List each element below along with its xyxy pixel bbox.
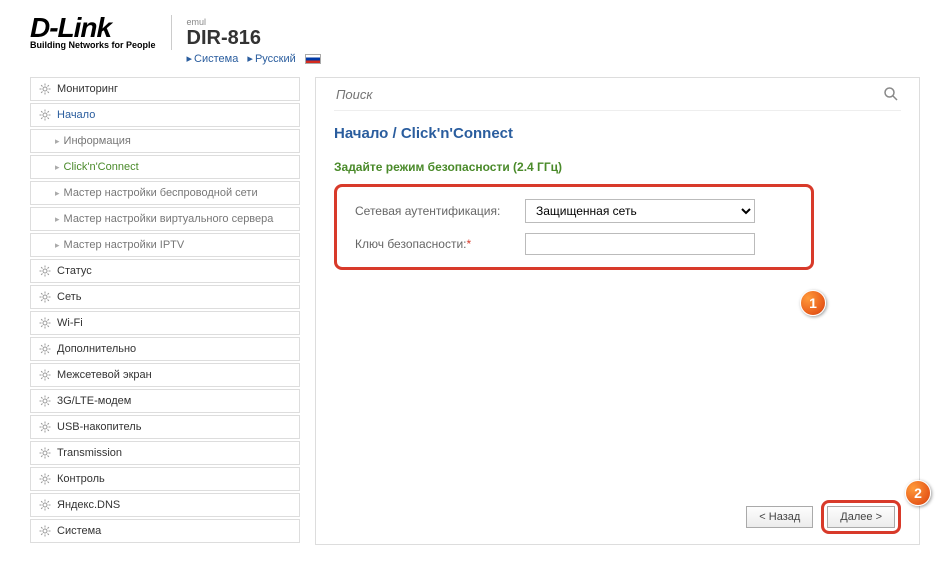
model-name: DIR-816 [187, 27, 321, 50]
sidebar-item-label: Wi-Fi [57, 317, 83, 329]
crumb-lang[interactable]: Русский [255, 53, 296, 65]
header-crumbs: ▸Система ▸Русский [187, 52, 321, 65]
content-panel: Начало / Click'n'Connect Задайте режим б… [315, 77, 920, 545]
sidebar-item-0[interactable]: Мониторинг [30, 77, 300, 101]
logo-tagline: Building Networks for People [30, 40, 156, 50]
gear-icon [39, 265, 51, 277]
logo-text: D-Link [30, 15, 156, 40]
key-label: Ключ безопасности:* [355, 237, 525, 251]
search-icon[interactable] [883, 86, 899, 102]
sidebar-item-16[interactable]: Яндекс.DNS [30, 493, 300, 517]
sidebar-subitem-5[interactable]: ▸ Мастер настройки виртуального сервера [30, 207, 300, 231]
sidebar-subitem-2[interactable]: ▸ Информация [30, 129, 300, 153]
gear-icon [39, 395, 51, 407]
sidebar-subitem-4[interactable]: ▸ Мастер настройки беспроводной сети [30, 181, 300, 205]
sidebar-item-label: Мониторинг [57, 83, 118, 95]
chevron-right-icon: ▸ [55, 240, 60, 251]
gear-icon [39, 343, 51, 355]
sidebar-item-label: Информация [64, 135, 131, 147]
sidebar-subitem-3[interactable]: ▸ Click'n'Connect [30, 155, 300, 179]
breadcrumb: Начало / Click'n'Connect [334, 125, 901, 142]
sidebar-item-label: Click'n'Connect [64, 161, 139, 173]
sidebar-item-7[interactable]: Статус [30, 259, 300, 283]
gear-icon [39, 291, 51, 303]
gear-icon [39, 369, 51, 381]
sidebar-item-13[interactable]: USB-накопитель [30, 415, 300, 439]
callout-1: 1 [800, 290, 826, 316]
sidebar-item-12[interactable]: 3G/LTE-модем [30, 389, 300, 413]
sidebar-item-label: Начало [57, 109, 95, 121]
sidebar-item-label: Сеть [57, 291, 81, 303]
next-button[interactable]: Далее > [827, 506, 895, 528]
gear-icon [39, 525, 51, 537]
auth-label: Сетевая аутентификация: [355, 204, 525, 218]
sidebar-item-1[interactable]: Начало [30, 103, 300, 127]
security-form: Сетевая аутентификация: Защищенная сеть … [334, 184, 814, 270]
key-input[interactable] [525, 233, 755, 255]
sidebar-subitem-6[interactable]: ▸ Мастер настройки IPTV [30, 233, 300, 257]
section-title: Задайте режим безопасности (2.4 ГГц) [334, 160, 901, 174]
gear-icon [39, 83, 51, 95]
sidebar-item-9[interactable]: Wi-Fi [30, 311, 300, 335]
sidebar-item-label: Межсетевой экран [57, 369, 152, 381]
sidebar-item-15[interactable]: Контроль [30, 467, 300, 491]
sidebar-item-11[interactable]: Межсетевой экран [30, 363, 300, 387]
sidebar-item-label: Система [57, 525, 101, 537]
sidebar-item-label: Контроль [57, 473, 105, 485]
sidebar-item-label: Transmission [57, 447, 122, 459]
crumb-system[interactable]: Система [194, 53, 238, 65]
header: D-Link Building Networks for People emul… [30, 15, 920, 65]
sidebar-item-10[interactable]: Дополнительно [30, 337, 300, 361]
sidebar: Мониторинг Начало ▸ Информация ▸ Click'n'Conn… [30, 77, 300, 545]
gear-icon [39, 473, 51, 485]
next-button-highlight: Далее > [821, 500, 901, 534]
search-input[interactable] [336, 87, 883, 102]
search-row [334, 78, 901, 111]
sidebar-item-label: Дополнительно [57, 343, 136, 355]
gear-icon [39, 447, 51, 459]
sidebar-item-label: Мастер настройки виртуального сервера [64, 213, 274, 225]
flag-russia-icon [305, 54, 321, 64]
sidebar-item-label: Статус [57, 265, 92, 277]
gear-icon [39, 421, 51, 433]
sidebar-item-8[interactable]: Сеть [30, 285, 300, 309]
sidebar-item-label: USB-накопитель [57, 421, 141, 433]
back-button[interactable]: < Назад [746, 506, 813, 528]
chevron-right-icon: ▸ [55, 136, 60, 147]
callout-2: 2 [905, 480, 931, 506]
emul-label: emul [187, 17, 321, 27]
sidebar-item-17[interactable]: Система [30, 519, 300, 543]
gear-icon [39, 109, 51, 121]
chevron-right-icon: ▸ [55, 188, 60, 199]
sidebar-item-label: Мастер настройки IPTV [64, 239, 185, 251]
sidebar-item-label: Мастер настройки беспроводной сети [64, 187, 258, 199]
sidebar-item-14[interactable]: Transmission [30, 441, 300, 465]
sidebar-item-label: 3G/LTE-модем [57, 395, 131, 407]
chevron-right-icon: ▸ [55, 214, 60, 225]
logo: D-Link Building Networks for People [30, 15, 172, 50]
button-row: < Назад Далее > [334, 480, 901, 534]
auth-select[interactable]: Защищенная сеть [525, 199, 755, 223]
chevron-right-icon: ▸ [55, 162, 60, 173]
gear-icon [39, 499, 51, 511]
gear-icon [39, 317, 51, 329]
sidebar-item-label: Яндекс.DNS [57, 499, 120, 511]
model-block: emul DIR-816 ▸Система ▸Русский [187, 15, 321, 65]
